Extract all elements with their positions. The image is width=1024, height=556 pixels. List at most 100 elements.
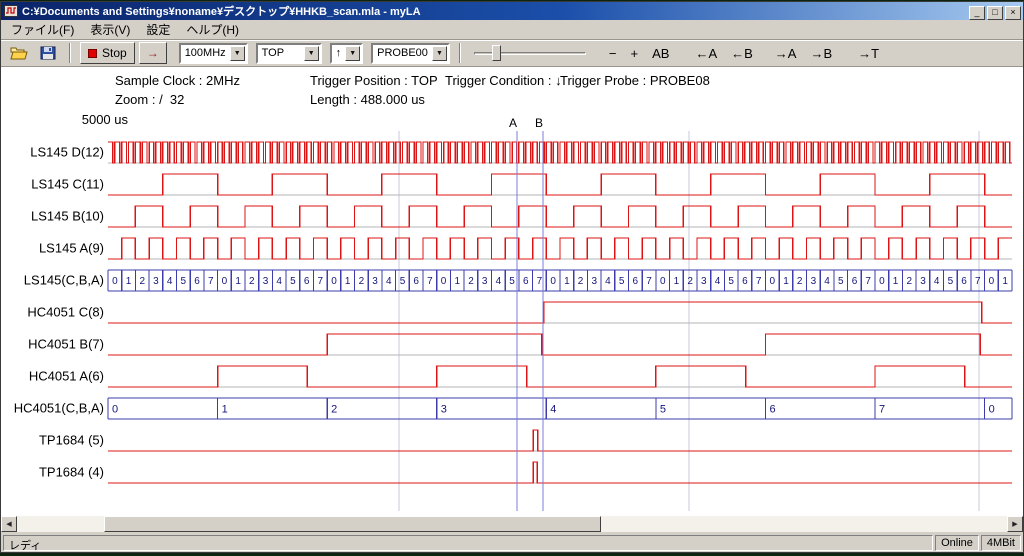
maximize-button[interactable]: □ xyxy=(987,6,1003,20)
svg-text:HC4051 C(8): HC4051 C(8) xyxy=(27,305,104,320)
stop-icon xyxy=(88,49,97,58)
svg-text:2: 2 xyxy=(687,276,693,287)
trigger-edge-value: ↑ xyxy=(332,47,346,59)
menu-file[interactable]: ファイル(F) xyxy=(3,19,82,40)
svg-text:6: 6 xyxy=(633,276,639,287)
svg-text:4: 4 xyxy=(715,276,721,287)
svg-text:2: 2 xyxy=(468,276,474,287)
floppy-disk-icon xyxy=(40,46,56,60)
svg-text:4: 4 xyxy=(824,276,830,287)
open-file-button[interactable] xyxy=(6,44,32,62)
svg-text:5: 5 xyxy=(181,276,187,287)
app-window: C:¥Documents and Settings¥noname¥デスクトップ¥… xyxy=(0,1,1024,553)
zoom-slider[interactable] xyxy=(474,43,586,63)
menu-view[interactable]: 表示(V) xyxy=(82,19,138,40)
svg-text:4: 4 xyxy=(605,276,611,287)
svg-text:7: 7 xyxy=(646,276,652,287)
goto-marker-a-right-button[interactable]: →A xyxy=(770,44,802,63)
svg-text:LS145(C,B,A): LS145(C,B,A) xyxy=(24,273,104,288)
status-bar: レディ Online 4MBit xyxy=(1,534,1023,552)
svg-text:LS145 D(12): LS145 D(12) xyxy=(30,145,104,160)
svg-text:5: 5 xyxy=(660,404,666,416)
info-sample-clock: Sample Clock : 2MHz xyxy=(115,73,240,88)
svg-text:6: 6 xyxy=(742,276,748,287)
svg-text:0: 0 xyxy=(770,276,776,287)
svg-text:7: 7 xyxy=(318,276,324,287)
svg-text:3: 3 xyxy=(920,276,926,287)
svg-text:B: B xyxy=(535,116,543,130)
menu-bar: ファイル(F) 表示(V) 設定 ヘルプ(H) xyxy=(1,20,1023,40)
sample-rate-select[interactable]: 100MHz ▼ xyxy=(179,43,248,64)
app-icon xyxy=(4,4,19,18)
info-zoom: Zoom : / 32 xyxy=(115,92,184,107)
menu-settings[interactable]: 設定 xyxy=(138,19,178,40)
info-trigger-probe: Trigger Probe : PROBE08 xyxy=(560,73,710,88)
minimize-button[interactable]: _ xyxy=(969,6,985,20)
run-button[interactable]: → xyxy=(139,42,167,64)
toolbar-separator xyxy=(69,43,71,63)
dropdown-icon[interactable]: ▼ xyxy=(304,46,319,61)
svg-text:2: 2 xyxy=(578,276,584,287)
toolbar-separator xyxy=(459,43,461,63)
svg-text:1: 1 xyxy=(126,276,132,287)
scrollbar-thumb[interactable] xyxy=(104,516,601,532)
svg-text:6: 6 xyxy=(523,276,529,287)
svg-text:1: 1 xyxy=(564,276,570,287)
goto-marker-a-left-button[interactable]: ←A xyxy=(690,44,722,63)
svg-text:6: 6 xyxy=(852,276,858,287)
svg-text:5: 5 xyxy=(400,276,406,287)
svg-text:3: 3 xyxy=(482,276,488,287)
info-length: Length : 488.000 us xyxy=(310,92,425,107)
zoom-slider-thumb[interactable] xyxy=(492,45,501,61)
close-button[interactable]: × xyxy=(1005,6,1021,20)
svg-text:3: 3 xyxy=(441,404,447,416)
svg-text:3: 3 xyxy=(591,276,597,287)
save-file-button[interactable] xyxy=(36,44,60,62)
ab-markers-button[interactable]: AB xyxy=(647,44,674,63)
status-message: レディ xyxy=(3,535,933,551)
memory-indicator: 4MBit xyxy=(981,535,1021,551)
scroll-right-button[interactable]: ▶ xyxy=(1007,516,1023,532)
menu-help[interactable]: ヘルプ(H) xyxy=(178,19,247,40)
svg-text:HC4051(C,B,A): HC4051(C,B,A) xyxy=(14,401,104,416)
svg-text:7: 7 xyxy=(879,404,885,416)
dropdown-icon[interactable]: ▼ xyxy=(230,46,245,61)
scroll-left-button[interactable]: ◀ xyxy=(1,516,17,532)
svg-text:2: 2 xyxy=(797,276,803,287)
svg-text:2: 2 xyxy=(359,276,365,287)
svg-text:4: 4 xyxy=(496,276,502,287)
trigger-probe-select[interactable]: PROBE00 ▼ xyxy=(371,43,450,64)
zoom-in-button[interactable]: + xyxy=(626,44,644,63)
window-title: C:¥Documents and Settings¥noname¥デスクトップ¥… xyxy=(22,3,967,19)
dropdown-icon[interactable]: ▼ xyxy=(345,46,360,61)
svg-text:5: 5 xyxy=(838,276,844,287)
stop-button[interactable]: Stop xyxy=(80,42,135,64)
svg-text:5: 5 xyxy=(728,276,734,287)
goto-marker-b-right-button[interactable]: →B xyxy=(805,44,837,63)
svg-text:5000 us: 5000 us xyxy=(82,112,129,127)
svg-text:0: 0 xyxy=(331,276,337,287)
svg-text:1: 1 xyxy=(674,276,680,287)
horizontal-scrollbar[interactable]: ◀ ▶ xyxy=(1,516,1023,532)
sample-rate-value: 100MHz xyxy=(181,47,230,59)
dropdown-icon[interactable]: ▼ xyxy=(432,46,447,61)
svg-text:1: 1 xyxy=(235,276,241,287)
trigger-position-value: TOP xyxy=(258,47,304,59)
svg-text:6: 6 xyxy=(769,404,775,416)
goto-marker-b-left-button[interactable]: ←B xyxy=(726,44,758,63)
svg-text:1: 1 xyxy=(345,276,351,287)
svg-text:6: 6 xyxy=(961,276,967,287)
svg-text:5: 5 xyxy=(948,276,954,287)
zoom-out-button[interactable]: − xyxy=(604,44,622,63)
trigger-position-select[interactable]: TOP ▼ xyxy=(256,43,322,64)
online-indicator: Online xyxy=(935,535,979,551)
open-folder-icon xyxy=(10,46,28,60)
svg-text:A: A xyxy=(509,116,517,130)
svg-text:0: 0 xyxy=(441,276,447,287)
svg-text:3: 3 xyxy=(811,276,817,287)
info-trigger-position: Trigger Position : TOP xyxy=(310,73,438,88)
trigger-edge-select[interactable]: ↑ ▼ xyxy=(330,43,364,64)
title-bar[interactable]: C:¥Documents and Settings¥noname¥デスクトップ¥… xyxy=(1,2,1023,20)
svg-text:0: 0 xyxy=(660,276,666,287)
goto-trigger-button[interactable]: →T xyxy=(853,44,884,63)
